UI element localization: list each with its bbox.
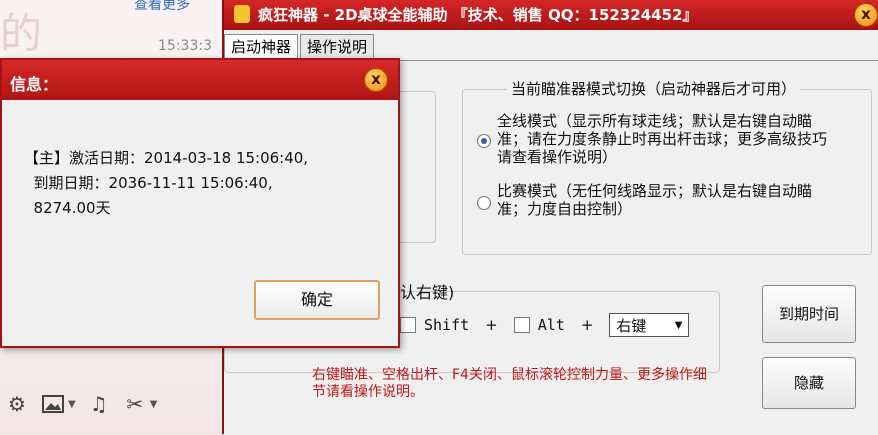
app-title-bar: 疯狂神器 - 2D桌球全能辅助 『技术、销售 QQ：152324452』 x — [224, 0, 878, 30]
info-dialog: 信息： x 【主】激活日期：2014-03-18 15:06:40, 到期日期：… — [0, 58, 400, 348]
mode-match-radio[interactable] — [477, 196, 491, 210]
chat-toolbar: ⚙ ▼ ♫ ✂ ▼ — [0, 386, 214, 422]
tab-bar: 启动神器 操作说明 — [224, 34, 376, 61]
plus-sign: + — [580, 316, 594, 334]
mode-full-line-option[interactable]: 全线模式（显示所有球走线；默认是右键自动瞄准；请在力度条静止时再出杆击球；更多高… — [477, 112, 837, 166]
hotkey-row: Shift + Alt + 右键 ▼ — [400, 313, 690, 337]
expiry-date-line: 到期日期：2036-11-11 15:06:40, — [24, 174, 273, 192]
aim-mode-group: 当前瞄准器模式切换（启动神器后才可用） 全线模式（显示所有球走线；默认是右键自动… — [462, 78, 872, 255]
shift-label: Shift — [424, 316, 470, 334]
dialog-message: 【主】激活日期：2014-03-18 15:06:40, 到期日期：2036-1… — [24, 146, 308, 221]
mode-match-label: 比赛模式（无任何线路显示；默认是右键自动瞄准；力度自由控制） — [497, 182, 813, 218]
hotkey-group-label: 认右键) — [400, 283, 455, 302]
plus-sign: + — [485, 316, 498, 334]
dialog-close-button[interactable]: x — [364, 68, 388, 92]
mode-match-option[interactable]: 比赛模式（无任何线路显示；默认是右键自动瞄准；力度自由控制） — [477, 182, 837, 218]
mouse-button-select[interactable]: 右键 ▼ — [609, 313, 690, 337]
image-dropdown-icon[interactable]: ▼ — [68, 399, 76, 410]
app-close-button[interactable]: x — [854, 3, 878, 27]
music-icon[interactable]: ♫ — [86, 392, 112, 416]
scissors-icon[interactable]: ✂ — [122, 392, 148, 416]
app-title: 疯狂神器 - 2D桌球全能辅助 『技术、销售 QQ：152324452』 — [258, 6, 698, 24]
image-icon[interactable] — [40, 392, 66, 416]
activation-date-line: 【主】激活日期：2014-03-18 15:06:40, — [24, 149, 309, 167]
alt-label: Alt — [537, 316, 565, 334]
mode-full-line-label: 全线模式（显示所有球走线；默认是右键自动瞄准；请在力度条静止时再出杆击球；更多高… — [497, 112, 828, 166]
expire-time-button[interactable]: 到期时间 — [762, 285, 856, 343]
view-more-link[interactable]: 查看更多 — [134, 0, 190, 14]
ok-button[interactable]: 确定 — [254, 280, 380, 320]
tab-instructions[interactable]: 操作说明 — [300, 34, 375, 59]
gear-icon[interactable]: ⚙ — [4, 392, 30, 416]
aim-mode-legend: 当前瞄准器模式切换（启动神器后才可用） — [507, 78, 801, 99]
chat-deco-text: 的 — [0, 9, 43, 58]
mode-full-line-radio[interactable] — [477, 134, 491, 148]
dialog-title: 信息： — [10, 75, 59, 94]
alt-checkbox[interactable] — [513, 317, 530, 333]
hide-button[interactable]: 隐藏 — [762, 357, 856, 409]
shift-checkbox[interactable] — [400, 317, 416, 333]
message-time: 15:33:3 — [158, 38, 212, 54]
dialog-title-bar: 信息： x — [2, 60, 398, 100]
mouse-button-value: 右键 — [616, 316, 647, 335]
remaining-days-line: 8274.00天 — [24, 199, 111, 217]
tab-launch[interactable]: 启动神器 — [224, 34, 299, 61]
chevron-down-icon: ▼ — [674, 319, 683, 331]
scissors-dropdown-icon[interactable]: ▼ — [150, 399, 158, 410]
app-logo-icon — [234, 5, 250, 23]
usage-hint: 右键瞄准、空格出杆、F4关闭、鼠标滚轮控制力量、更多操作细节请看操作说明。 — [312, 367, 707, 400]
